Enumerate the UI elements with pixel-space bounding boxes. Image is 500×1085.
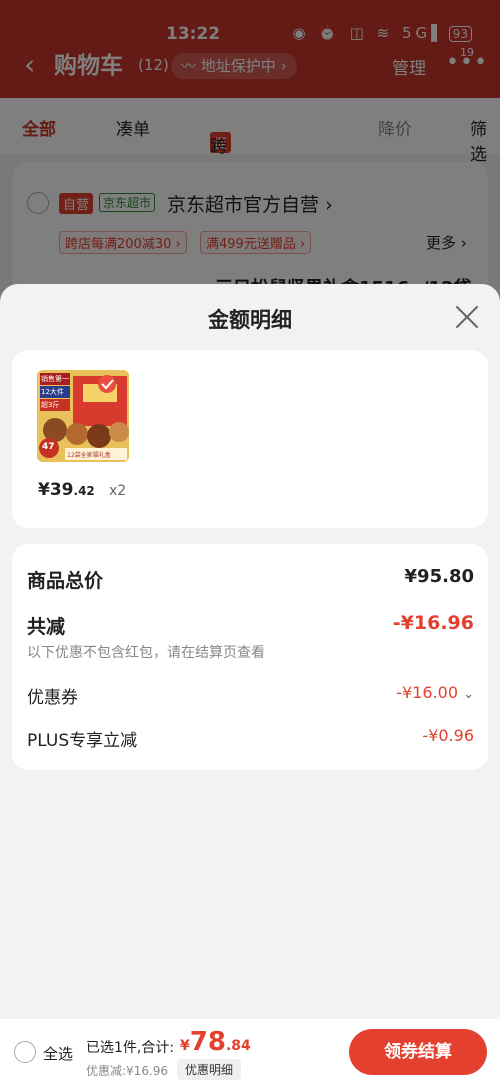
checkout-button[interactable]: 领券结算 [349,1029,487,1075]
amount-breakdown-card: 商品总价 ¥95.80 共减 -¥16.96 以下优惠不包含红包，请在结算页查看… [12,544,488,770]
plus-value: -¥0.96 [422,726,474,745]
selected-summary: 已选1件,合计: [86,1040,175,1056]
thumb-sale-badge: 47 [42,442,55,452]
coupon-value: -¥16.00 ⌄ [396,683,474,702]
product-quantity: x2 [109,483,127,499]
reduced-amount: 优惠减:¥16.96 [86,1064,169,1078]
product-price: ¥39.42 [38,480,95,500]
amount-detail-sheet: 金额明细 销售第一 12大件 超3斤 47 12袋全家福礼盒 ¥39.42 x2… [0,284,500,1019]
product-thumbnail[interactable]: 销售第一 12大件 超3斤 47 12袋全家福礼盒 [37,370,129,462]
select-all-radio[interactable] [14,1041,36,1063]
price-cents: .42 [73,484,95,498]
total-amount: ¥78.84 [180,1027,251,1057]
sheet-title: 金额明细 [208,308,292,332]
total-label: 商品总价 [27,570,104,592]
thumb-text-1: 销售第一 [41,375,69,383]
plus-label: PLUS专享立减 [27,731,138,751]
close-icon[interactable] [452,302,482,332]
select-all-label[interactable]: 全选 [43,1043,73,1064]
discount-detail-button[interactable]: 优惠明细 [177,1059,242,1080]
thumb-text-3: 超3斤 [41,401,60,409]
checkout-bar: 全选 已选1件,合计: ¥78.84 优惠减:¥16.96 优惠明细 领券结算 [0,1019,500,1085]
reduce-label: 共减 [27,616,66,638]
total-value: ¥95.80 [404,566,474,587]
total-cents: .84 [225,1038,251,1054]
coupon-label: 优惠券 [27,688,78,708]
reduce-value: -¥16.96 [392,612,474,634]
product-summary-card: 销售第一 12大件 超3斤 47 12袋全家福礼盒 ¥39.42 x2 [12,350,488,528]
price-int: 39 [49,480,74,500]
chevron-down-icon[interactable]: ⌄ [463,687,474,702]
thumb-bottom-text: 12袋全家福礼盒 [67,452,111,459]
thumb-text-2: 12大件 [41,388,64,396]
total-int: 78 [189,1027,226,1057]
reduce-note: 以下优惠不包含红包，请在结算页查看 [27,645,265,661]
total-symbol: ¥ [180,1038,190,1054]
price-symbol: ¥ [38,480,50,500]
coupon-value-text: -¥16.00 [396,683,458,702]
